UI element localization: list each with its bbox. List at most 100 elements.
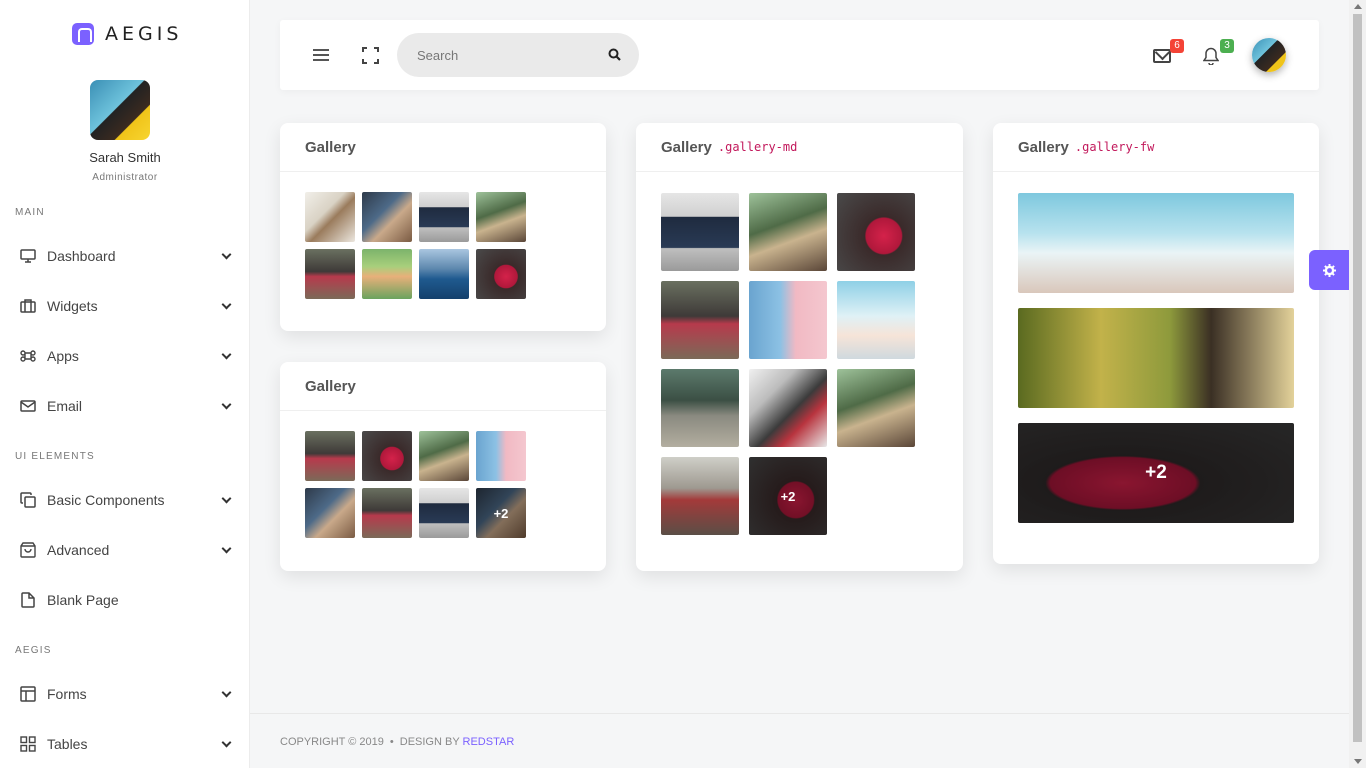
more-count: +2 (476, 488, 526, 538)
command-icon (20, 350, 36, 362)
gallery-thumb[interactable] (749, 369, 827, 447)
mail-badge: 6 (1170, 39, 1184, 53)
copyright-text: COPYRIGHT © 2019 (280, 736, 384, 748)
chevron-down-icon (221, 399, 232, 409)
brand-logo-icon (72, 23, 94, 45)
gallery-image[interactable] (1018, 193, 1294, 293)
grid-icon (20, 736, 36, 752)
gear-icon (1323, 264, 1336, 277)
scrollbar-thumb[interactable] (1353, 14, 1362, 742)
gallery-thumb[interactable] (661, 281, 739, 359)
gallery-image-more[interactable]: +2 (1018, 423, 1294, 523)
sidebar-item-basic-components[interactable]: Basic Components (0, 482, 250, 518)
chevron-down-icon (221, 249, 232, 259)
gallery-thumb[interactable] (476, 192, 526, 242)
chevron-down-icon (221, 543, 232, 553)
card-code-label: .gallery-fw (1074, 140, 1155, 154)
sidebar-item-label: Forms (47, 686, 87, 702)
file-icon (21, 592, 35, 608)
profile-role: Administrator (92, 172, 158, 183)
chevron-down-icon (221, 737, 232, 747)
sidebar-item-dashboard[interactable]: Dashboard (0, 238, 250, 274)
sidebar-item-label: Widgets (47, 298, 98, 314)
gallery-thumb[interactable] (305, 249, 355, 299)
chevron-down-icon (221, 687, 232, 697)
gallery-thumb[interactable] (837, 369, 915, 447)
sidebar-item-label: Email (47, 398, 83, 414)
settings-button[interactable] (1309, 250, 1349, 290)
sidebar-item-label: Dashboard (47, 248, 116, 264)
design-by-text: DESIGN BY (399, 736, 460, 748)
sidebar-item-label: Blank Page (47, 592, 119, 608)
gallery-thumb[interactable] (362, 249, 412, 299)
card-title: Gallery (305, 138, 356, 156)
sidebar-item-advanced[interactable]: Advanced (0, 532, 250, 568)
gallery-card-md: Gallery .gallery-md +2 (636, 123, 963, 571)
sidebar-item-blank-page[interactable]: Blank Page (0, 582, 250, 618)
sidebar-item-email[interactable]: Email (0, 388, 250, 424)
profile-avatar[interactable] (90, 80, 150, 140)
gallery-thumb[interactable] (305, 488, 355, 538)
brand[interactable]: AEGIS (72, 23, 182, 45)
gallery-image[interactable] (1018, 308, 1294, 408)
sidebar-item-label: Basic Components (47, 492, 165, 508)
search-icon[interactable] (608, 48, 621, 61)
gallery-thumb[interactable] (749, 281, 827, 359)
gallery-thumb[interactable] (476, 431, 526, 481)
section-label-ui-elements: UI ELEMENTS (15, 451, 95, 462)
mail-icon[interactable] (1153, 49, 1171, 63)
page-scrollbar[interactable] (1349, 0, 1366, 768)
sidebar-item-apps[interactable]: Apps (0, 338, 250, 374)
fullscreen-icon[interactable] (362, 47, 379, 64)
gallery-thumb[interactable] (837, 193, 915, 271)
user-avatar[interactable] (1252, 38, 1286, 72)
gallery-thumb[interactable] (305, 431, 355, 481)
layout-icon (20, 686, 36, 702)
gallery-card-fw: Gallery .gallery-fw +2 (993, 123, 1319, 564)
gallery-thumb-more[interactable]: +2 (749, 457, 827, 535)
card-header: Gallery .gallery-md (636, 123, 963, 172)
gallery-thumb[interactable] (362, 192, 412, 242)
sidebar-item-widgets[interactable]: Widgets (0, 288, 250, 324)
gallery-thumb[interactable] (362, 488, 412, 538)
card-code-label: .gallery-md (717, 140, 798, 154)
gallery-thumb[interactable] (749, 193, 827, 271)
gallery-thumb[interactable] (837, 281, 915, 359)
bell-icon[interactable] (1203, 47, 1219, 65)
sidebar-item-forms[interactable]: Forms (0, 676, 250, 712)
search-box (397, 33, 639, 77)
section-label-main: MAIN (15, 207, 45, 218)
scroll-down-icon[interactable] (1354, 759, 1362, 764)
gallery-thumb[interactable] (419, 249, 469, 299)
gallery-thumb[interactable] (419, 192, 469, 242)
more-count: +2 (1018, 423, 1294, 523)
gallery-thumb[interactable] (476, 249, 526, 299)
gallery-thumb[interactable] (661, 457, 739, 535)
brand-name: AEGIS (105, 23, 183, 45)
gallery-thumb[interactable] (419, 488, 469, 538)
gallery-thumb[interactable] (661, 369, 739, 447)
notification-badge: 3 (1220, 39, 1234, 53)
more-count: +2 (749, 457, 827, 535)
sidebar-item-label: Tables (47, 736, 88, 752)
footer-separator: • (389, 736, 394, 748)
gallery-thumb[interactable] (661, 193, 739, 271)
gallery-thumb[interactable] (362, 431, 412, 481)
monitor-icon (20, 249, 36, 263)
scroll-up-icon[interactable] (1354, 4, 1362, 9)
card-header: Gallery .gallery-fw (993, 123, 1319, 172)
gallery-thumb[interactable] (419, 431, 469, 481)
card-header: Gallery (280, 123, 606, 172)
top-header: 6 3 (280, 20, 1319, 90)
gallery-thumb-more[interactable]: +2 (476, 488, 526, 538)
sidebar-item-label: Advanced (47, 542, 110, 558)
search-input[interactable] (397, 33, 597, 77)
sidebar-item-tables[interactable]: Tables (0, 726, 250, 762)
card-title: Gallery (1018, 138, 1069, 156)
card-header: Gallery (280, 362, 606, 411)
menu-toggle-icon[interactable] (313, 49, 329, 61)
chevron-down-icon (221, 493, 232, 503)
gallery-thumb[interactable] (305, 192, 355, 242)
author-link[interactable]: REDSTAR (463, 736, 515, 748)
chevron-down-icon (221, 299, 232, 309)
